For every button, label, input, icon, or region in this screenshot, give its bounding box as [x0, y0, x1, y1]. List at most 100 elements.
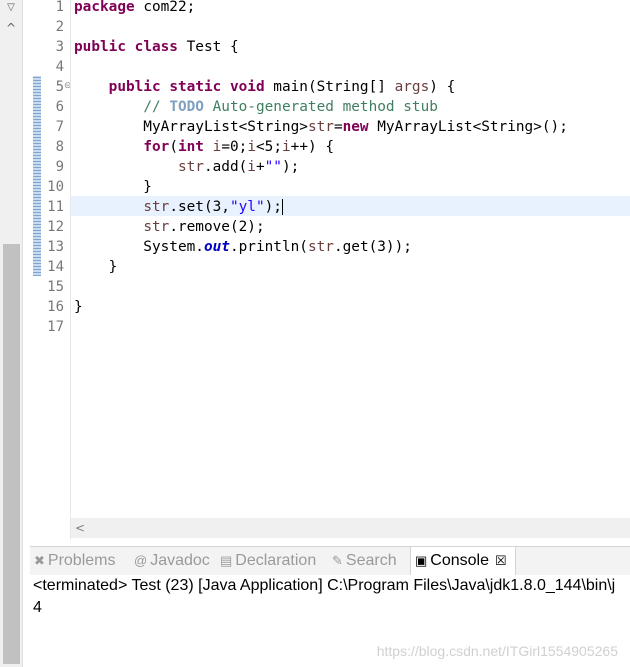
code-line[interactable]: str.set(3,"yl"); [74, 197, 283, 217]
console-panel[interactable]: <terminated> Test (23) [Java Application… [30, 575, 630, 667]
code-line[interactable]: public class Test { [74, 37, 239, 57]
code-token: out [203, 239, 230, 255]
declaration-icon: ▤ [220, 553, 233, 568]
code-line[interactable]: str.add(i+""); [74, 157, 299, 177]
code-token: for [143, 139, 170, 155]
vertical-scrollbar[interactable]: ▽ ^ [0, 0, 23, 667]
code-token: // [143, 99, 170, 115]
code-token: int [177, 139, 204, 155]
code-line[interactable]: } [74, 257, 118, 277]
problems-icon: ✖ [34, 553, 45, 568]
code-line[interactable]: } [74, 297, 83, 317]
code-line[interactable]: System.out.println(str.get(3)); [74, 237, 412, 257]
code-line[interactable]: for(int i=0;i<5;i++) { [74, 137, 334, 157]
code-token: i [282, 139, 291, 155]
code-token: str [177, 159, 204, 175]
code-token: str [307, 239, 334, 255]
code-token: ); [281, 159, 300, 175]
line-number: 11 [47, 199, 64, 215]
code-token: args [394, 79, 430, 95]
tab-search[interactable]: ✎ Search [332, 547, 397, 575]
code-line[interactable]: str.remove(2); [74, 217, 265, 237]
code-token: } [74, 259, 118, 275]
code-token: static [169, 79, 222, 95]
scroll-left-icon[interactable]: < [75, 518, 85, 538]
code-token: <5; [256, 139, 282, 155]
code-token: Auto-generated method stub [203, 99, 438, 115]
code-token: TODO [169, 99, 204, 115]
line-number: 5 [55, 79, 64, 95]
code-line[interactable]: public static void main(String[] args) { [74, 77, 456, 97]
code-token: str [143, 199, 170, 215]
code-token: i [247, 159, 256, 175]
code-token: .add( [203, 159, 248, 175]
tab-label: Search [345, 552, 397, 569]
tab-console[interactable]: ▣ Console ☒ [410, 547, 516, 575]
code-line[interactable]: // TODO Auto-generated method stub [74, 97, 438, 117]
code-token: MyArrayList<String>(); [368, 119, 568, 135]
line-number: 16 [47, 299, 64, 315]
line-number: 17 [47, 319, 64, 335]
console-status: <terminated> Test (23) [Java Application… [33, 577, 616, 594]
code-token: + [255, 159, 265, 175]
search-icon: ✎ [332, 553, 343, 568]
javadoc-icon: @ [134, 553, 148, 568]
tab-label: Javadoc [150, 552, 210, 569]
tab-label: Console [430, 552, 489, 569]
code-token: .get(3)); [333, 239, 412, 255]
code-token: void [229, 79, 265, 95]
code-token: package [74, 0, 135, 15]
tab-problems[interactable]: ✖ Problems [34, 547, 115, 575]
code-token: main(String[] [264, 79, 395, 95]
console-icon: ▣ [415, 553, 428, 568]
code-token: Test { [177, 39, 239, 55]
code-line[interactable]: package com22; [74, 0, 195, 17]
code-token: ++) { [290, 139, 334, 155]
scroll-up-icon[interactable]: ^ [0, 18, 22, 38]
code-token: ( [169, 139, 178, 155]
code-line[interactable]: } [74, 177, 152, 197]
code-token: ) { [429, 79, 456, 95]
view-tab-bar: ✖ Problems @ Javadoc ▤ Declaration ✎ Search ▣ Con… [30, 546, 630, 576]
line-number: 7 [55, 119, 64, 135]
line-number: 3 [55, 39, 64, 55]
code-token: "" [264, 159, 282, 175]
line-number: 14 [47, 259, 64, 275]
code-token: =0; [221, 139, 248, 155]
tab-javadoc[interactable]: @ Javadoc [134, 547, 210, 575]
line-number: 8 [55, 139, 64, 155]
scrollbar-thumb[interactable] [3, 244, 20, 664]
tab-label: Declaration [235, 552, 317, 569]
code-token: .println( [229, 239, 308, 255]
gutter-divider [70, 0, 71, 540]
code-token: str [143, 219, 170, 235]
line-number: 10 [47, 179, 64, 195]
view-menu-icon[interactable]: ▽ [0, 0, 22, 16]
line-number: 15 [47, 279, 64, 295]
code-editor[interactable]: package com22; public class Test { public… [74, 0, 630, 520]
code-token: = [333, 119, 343, 135]
tab-declaration[interactable]: ▤ Declaration [220, 547, 316, 575]
line-number: 9 [55, 159, 64, 175]
code-line[interactable]: MyArrayList<String>str=new MyArrayList<S… [74, 117, 568, 137]
code-token: } [74, 179, 152, 195]
horizontal-scrollbar[interactable]: < [71, 518, 630, 538]
line-number: 1 [55, 0, 64, 15]
code-token: MyArrayList<String> [74, 119, 308, 135]
close-icon[interactable]: ☒ [495, 553, 507, 568]
code-token: com22; [134, 0, 196, 15]
line-number: 2 [55, 19, 64, 35]
code-token: .remove(2); [169, 219, 265, 235]
console-output: 4 [33, 599, 42, 616]
code-token: str [307, 119, 334, 135]
